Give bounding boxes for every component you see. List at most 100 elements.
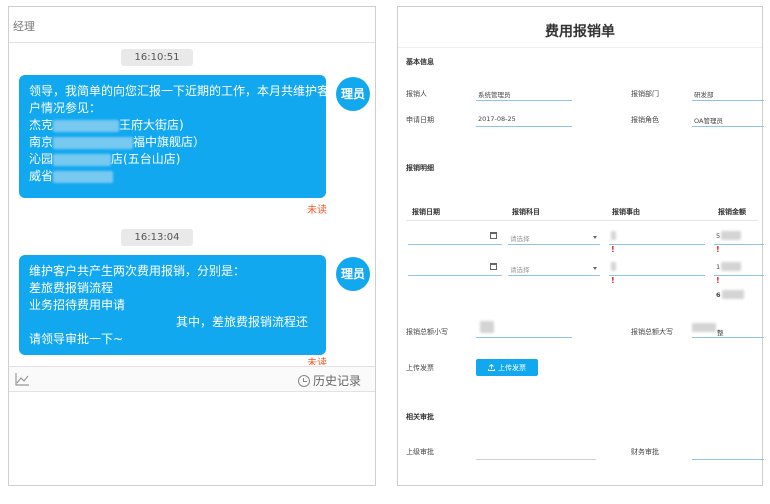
field-underline: [692, 126, 764, 127]
chevron-down-icon[interactable]: [593, 236, 597, 239]
section-basic-info: 基本信息: [406, 58, 434, 66]
line-chart-icon[interactable]: [15, 373, 29, 386]
redacted-block: [722, 290, 744, 299]
client-prefix: 沁园: [29, 152, 54, 166]
client-prefix: 杰克: [29, 118, 54, 132]
form-title: 费用报销单: [545, 24, 615, 40]
client-suffix: 王府大街店): [119, 118, 184, 132]
reason-input[interactable]: [609, 244, 705, 245]
message-text: 领导，我简单的向您汇报一下近期的工作，本月共维护客: [29, 84, 330, 98]
reason-input[interactable]: [609, 275, 705, 276]
field-underline: [508, 244, 600, 245]
dept-field[interactable]: 研发部: [694, 89, 714, 99]
message-text: 户情况参见：: [29, 101, 102, 115]
total-big-suffix: 整: [717, 329, 724, 337]
subject-select[interactable]: 请选择: [510, 264, 530, 274]
finance-approval-label: 财务审批: [631, 448, 659, 456]
client-prefix: 南京: [29, 135, 54, 149]
redacted-block: [721, 231, 741, 240]
message-bubble[interactable]: 领导，我简单的向您汇报一下近期的工作，本月共维护客 户情况参见： 杰克 王府大街店…: [19, 75, 330, 198]
amount-input[interactable]: [714, 275, 764, 276]
message-text: 其中，差旅费报销流程还: [175, 315, 308, 329]
total-small-label: 报销总额小写: [406, 328, 448, 336]
error-mark: !: [611, 276, 615, 285]
field-underline: [692, 100, 764, 101]
amount-prefix: 1: [716, 263, 721, 271]
redacted-block: [611, 231, 616, 240]
redacted-block: [721, 262, 741, 271]
column-header-date: 报销日期: [412, 208, 440, 216]
column-header-reason: 报销事由: [612, 208, 640, 216]
superior-approval-field[interactable]: [476, 459, 596, 460]
calendar-icon[interactable]: [490, 263, 497, 270]
message-bubble[interactable]: 维护客户共产生两次费用报销，分别是： 差旅费报销流程 业务招待费用申请 其中，差…: [19, 255, 326, 355]
section-detail: 报销明细: [406, 164, 434, 172]
client-line: 沁园 店(五台山店): [29, 151, 316, 168]
client-suffix: 福中旗舰店）: [133, 135, 206, 149]
message-text: 请领导审批一下~: [29, 332, 124, 346]
divider: [398, 47, 762, 48]
upload-button-label: 上传发票: [498, 363, 526, 372]
chat-panel: 经理 16:10:51 领导，我简单的向您汇报一下近期的工作，本月共维护客 户情…: [8, 6, 376, 486]
client-line: 威省: [29, 168, 316, 185]
superior-approval-label: 上级审批: [406, 448, 434, 456]
message-text: 业务招待费用申请: [29, 298, 126, 312]
section-approval: 相关审批: [406, 413, 434, 421]
dept-label: 报销部门: [631, 90, 659, 98]
avatar[interactable]: 理员: [336, 77, 370, 111]
role-field[interactable]: OA管理员: [694, 115, 723, 125]
column-header-amount: 报销金额: [718, 208, 746, 216]
avatar[interactable]: 理员: [336, 257, 370, 291]
redacted-block: [611, 262, 616, 271]
client-line: 杰克 王府大街店): [29, 117, 316, 134]
date-input[interactable]: [408, 244, 502, 245]
unread-status: 未读: [307, 358, 327, 365]
history-label: 历史记录: [312, 374, 361, 388]
subject-select[interactable]: 请选择: [510, 233, 530, 243]
upload-invoice-button[interactable]: 上传发票: [476, 359, 538, 376]
redacted-block: [53, 119, 120, 132]
applicant-field[interactable]: 系统管理员: [478, 89, 511, 99]
amount-prefix: 5: [716, 232, 721, 240]
redacted-block: [480, 321, 494, 333]
date-input[interactable]: [408, 275, 502, 276]
message-text: 差旅费报销流程: [29, 281, 114, 295]
client-prefix: 威省: [29, 169, 54, 183]
client-suffix: 店(五台山店): [111, 152, 181, 166]
role-label: 报销角色: [631, 116, 659, 124]
upload-label: 上传发票: [406, 364, 434, 372]
amount-total-prefix: 6: [716, 291, 721, 299]
finance-approval-field[interactable]: [692, 459, 764, 460]
clock-icon: [297, 374, 310, 387]
error-mark: !: [716, 245, 720, 254]
redacted-block: [53, 136, 134, 149]
applicant-label: 报销人: [406, 90, 427, 98]
total-big-label: 报销总额大写: [631, 328, 673, 336]
date-field[interactable]: 2017-08-25: [478, 115, 516, 123]
total-big-field[interactable]: [692, 337, 764, 338]
chat-toolbar: 历史记录: [9, 366, 375, 392]
field-underline: [508, 275, 600, 276]
redacted-block: [53, 153, 112, 166]
date-label: 申请日期: [406, 116, 434, 124]
upload-icon: [488, 364, 495, 371]
client-line: 南京 福中旗舰店）: [29, 134, 316, 151]
detail-table-header: 报销日期 报销科目 报销事由 报销金额: [406, 203, 758, 221]
chat-header-title: 经理: [9, 7, 375, 43]
amount-input[interactable]: [714, 244, 764, 245]
message-timestamp: 16:10:51: [121, 49, 193, 66]
calendar-icon[interactable]: [490, 232, 497, 239]
field-underline: [476, 126, 572, 127]
expense-form: 费用报销单 基本信息 报销人 系统管理员 报销部门 研发部 申请日期 2017-…: [397, 6, 764, 486]
message-text: 维护客户共产生两次费用报销，分别是：: [29, 264, 246, 278]
total-small-field[interactable]: [476, 337, 572, 338]
redacted-block: [692, 323, 716, 332]
column-header-subject: 报销科目: [512, 208, 540, 216]
unread-status: 未读: [307, 205, 327, 216]
redacted-block: [53, 170, 114, 183]
error-mark: !: [611, 245, 615, 254]
history-button[interactable]: 历史记录: [297, 372, 361, 389]
message-timestamp: 16:13:04: [121, 229, 193, 246]
chevron-down-icon[interactable]: [593, 267, 597, 270]
error-mark: !: [716, 276, 720, 285]
